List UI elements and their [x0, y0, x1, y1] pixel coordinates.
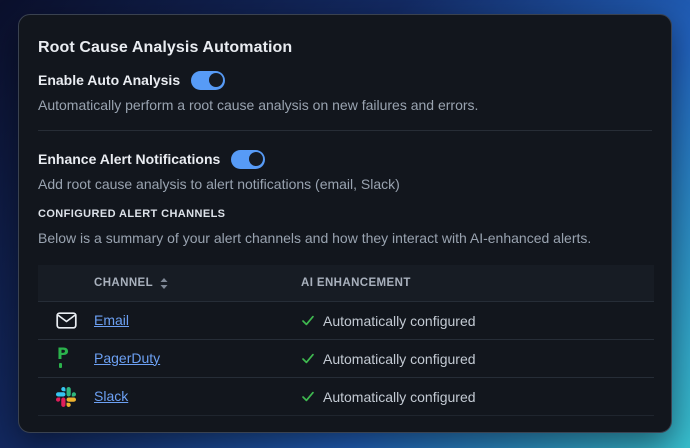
divider — [38, 130, 652, 131]
table-row-slack: Slack Automatically configured — [38, 378, 654, 416]
setting-label: Enable Auto Analysis — [38, 72, 180, 88]
toggle-knob — [249, 152, 263, 166]
setting-label: Enhance Alert Notifications — [38, 151, 220, 167]
slack-icon — [56, 387, 76, 407]
table-row-pagerduty: P PagerDuty Automatically configured — [38, 340, 654, 378]
channel-link-email[interactable]: Email — [94, 312, 129, 328]
enable-auto-analysis-toggle[interactable] — [191, 71, 225, 90]
channels-summary: Below is a summary of your alert channel… — [38, 230, 652, 247]
ai-enhancement-column-header: AI ENHANCEMENT — [301, 265, 654, 302]
toggle-knob — [209, 73, 223, 87]
icon-column-header — [38, 265, 94, 302]
sort-icon — [160, 278, 168, 289]
check-icon — [301, 390, 315, 403]
check-icon — [301, 314, 315, 327]
channel-link-slack[interactable]: Slack — [94, 388, 128, 404]
channel-column-header[interactable]: CHANNEL — [94, 265, 301, 302]
enhancement-status: Automatically configured — [323, 313, 476, 329]
setting-description: Add root cause analysis to alert notific… — [38, 176, 652, 193]
enhance-alert-notifications-toggle[interactable] — [231, 150, 265, 169]
table-row-email: Email Automatically configured — [38, 302, 654, 340]
enhancement-status: Automatically configured — [323, 351, 476, 367]
settings-card: Root Cause Analysis Automation Enable Au… — [18, 14, 672, 433]
setting-description: Automatically perform a root cause analy… — [38, 97, 652, 114]
check-icon — [301, 352, 315, 365]
email-icon — [56, 312, 77, 329]
channel-link-pagerduty[interactable]: PagerDuty — [94, 350, 160, 366]
setting-enable-auto-analysis: Enable Auto Analysis — [38, 70, 652, 90]
table-header-row: CHANNEL AI ENHANCEMENT — [38, 265, 654, 302]
configured-alert-channels-heading: CONFIGURED ALERT CHANNELS — [38, 208, 652, 220]
enhancement-status: Automatically configured — [323, 389, 476, 405]
alert-channels-table: CHANNEL AI ENHANCEMENT — [38, 265, 654, 416]
setting-enhance-alert-notifications: Enhance Alert Notifications — [38, 149, 652, 169]
page-title: Root Cause Analysis Automation — [38, 39, 652, 57]
channel-column-label: CHANNEL — [94, 277, 153, 289]
pagerduty-icon: P — [56, 348, 76, 369]
